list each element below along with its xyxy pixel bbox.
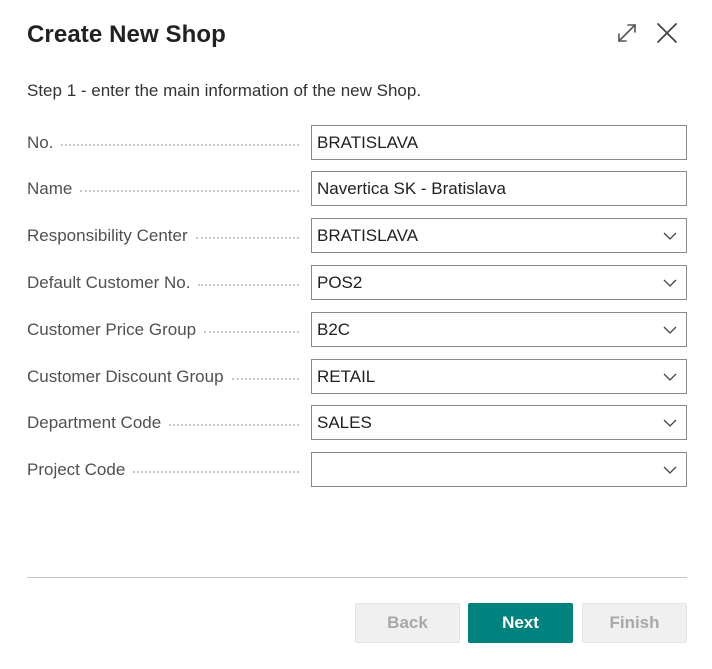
field-label-no: No. <box>27 132 54 152</box>
project-code-dropdown[interactable] <box>311 452 687 487</box>
leader-dots <box>195 218 300 253</box>
chevron-down-icon[interactable] <box>662 415 678 431</box>
field-label-responsibility-center: Responsibility Center <box>27 225 188 245</box>
field-label-default-customer-no: Default Customer No. <box>27 272 191 292</box>
name-input[interactable]: Navertica SK - Bratislava <box>311 171 687 206</box>
customer-price-group-dropdown[interactable]: B2C <box>311 312 687 347</box>
expand-icon[interactable] <box>614 20 640 46</box>
finish-button[interactable]: Finish <box>582 603 687 643</box>
step-instruction: Step 1 - enter the main information of t… <box>27 81 422 100</box>
field-row-department-code: Department Code SALES <box>27 405 687 440</box>
no-value: BRATISLAVA <box>317 132 419 152</box>
close-icon[interactable] <box>654 20 680 46</box>
chevron-down-icon[interactable] <box>662 275 678 291</box>
field-label-customer-price-group: Customer Price Group <box>27 319 197 339</box>
chevron-down-icon[interactable] <box>662 322 678 338</box>
leader-dots <box>80 171 299 206</box>
field-label-customer-discount-group: Customer Discount Group <box>27 366 224 386</box>
customer-discount-group-value: RETAIL <box>317 366 376 386</box>
create-new-shop-dialog: Create New Shop Step 1 - enter the main … <box>0 0 712 669</box>
responsibility-center-dropdown[interactable]: BRATISLAVA <box>311 218 687 253</box>
next-button[interactable]: Next <box>468 603 573 643</box>
leader-dots <box>169 405 299 440</box>
leader-dots <box>231 359 300 394</box>
name-value: Navertica SK - Bratislava <box>317 178 506 198</box>
customer-discount-group-dropdown[interactable]: RETAIL <box>311 359 687 394</box>
field-row-no: No. BRATISLAVA <box>27 125 687 160</box>
chevron-down-icon[interactable] <box>662 369 678 385</box>
field-row-default-customer-no: Default Customer No. POS2 <box>27 265 687 300</box>
no-input[interactable]: BRATISLAVA <box>311 125 687 160</box>
field-row-project-code: Project Code <box>27 452 687 487</box>
leader-dots <box>204 312 299 347</box>
default-customer-no-dropdown[interactable]: POS2 <box>311 265 687 300</box>
leader-dots <box>133 452 299 487</box>
dialog-title: Create New Shop <box>27 21 226 48</box>
chevron-down-icon[interactable] <box>662 228 678 244</box>
department-code-value: SALES <box>317 412 372 432</box>
leader-dots <box>198 265 299 300</box>
chevron-down-icon[interactable] <box>662 462 678 478</box>
back-button[interactable]: Back <box>355 603 460 643</box>
field-row-responsibility-center: Responsibility Center BRATISLAVA <box>27 218 687 253</box>
customer-price-group-value: B2C <box>317 319 351 339</box>
leader-dots <box>61 125 299 160</box>
field-label-department-code: Department Code <box>27 412 162 432</box>
field-row-name: Name Navertica SK - Bratislava <box>27 171 687 206</box>
field-label-project-code: Project Code <box>27 459 126 479</box>
responsibility-center-value: BRATISLAVA <box>317 225 419 245</box>
field-label-name: Name <box>27 178 73 198</box>
department-code-dropdown[interactable]: SALES <box>311 405 687 440</box>
footer-divider <box>27 577 687 578</box>
default-customer-no-value: POS2 <box>317 272 363 292</box>
field-row-customer-discount-group: Customer Discount Group RETAIL <box>27 359 687 394</box>
field-row-customer-price-group: Customer Price Group B2C <box>27 312 687 347</box>
